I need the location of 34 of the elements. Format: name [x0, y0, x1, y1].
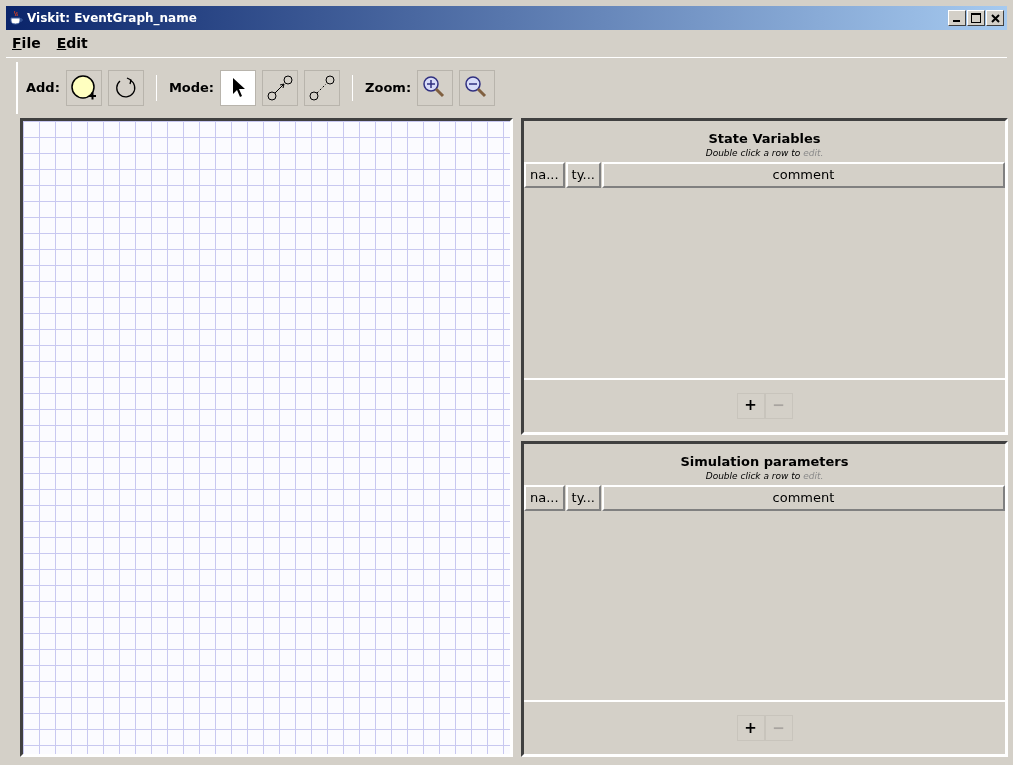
maximize-button[interactable] — [967, 10, 985, 26]
column-header[interactable]: ty... — [565, 484, 601, 511]
dashed-arc-tool[interactable] — [304, 70, 341, 106]
toolbar-label: Mode: — [168, 79, 215, 98]
menu-item[interactable]: Edit — [56, 33, 88, 54]
arc-icon — [266, 74, 295, 102]
add-row-button[interactable]: + — [736, 715, 765, 741]
dashed-arc-icon — [308, 74, 337, 102]
add-row-button[interactable]: + — [736, 392, 765, 419]
pointer-tool[interactable] — [220, 70, 257, 106]
close-icon — [990, 13, 1000, 23]
coffee-cup-icon — [9, 10, 23, 26]
window-title: Viskit: EventGraph_name — [27, 10, 197, 27]
hint-text: Double click a row to edit. — [704, 469, 825, 482]
minimize-button[interactable] — [948, 10, 966, 26]
column-header[interactable]: na... — [524, 162, 565, 188]
circular-arrow-tool[interactable] — [107, 70, 144, 106]
menu-item[interactable]: File — [12, 33, 41, 54]
column-header[interactable]: na... — [524, 484, 565, 511]
hint-text: Double click a row to edit. — [704, 147, 825, 159]
add-node-tool[interactable] — [65, 70, 102, 106]
zoom-out-tool[interactable] — [459, 70, 496, 106]
zoom-in-tool[interactable] — [417, 70, 454, 106]
column-header[interactable]: ty... — [565, 162, 601, 188]
panel-title: State Variables — [707, 131, 822, 147]
add-node-icon — [69, 74, 98, 102]
column-header[interactable]: comment — [601, 484, 1005, 511]
toolbar-label: Add: — [26, 79, 60, 98]
maximize-icon — [971, 13, 981, 23]
close-button[interactable] — [986, 10, 1004, 26]
arc-tool[interactable] — [262, 70, 299, 106]
column-header[interactable]: comment — [601, 162, 1005, 188]
panel-title: Simulation parameters — [679, 453, 850, 470]
toolbar-label: Zoom: — [365, 79, 412, 98]
